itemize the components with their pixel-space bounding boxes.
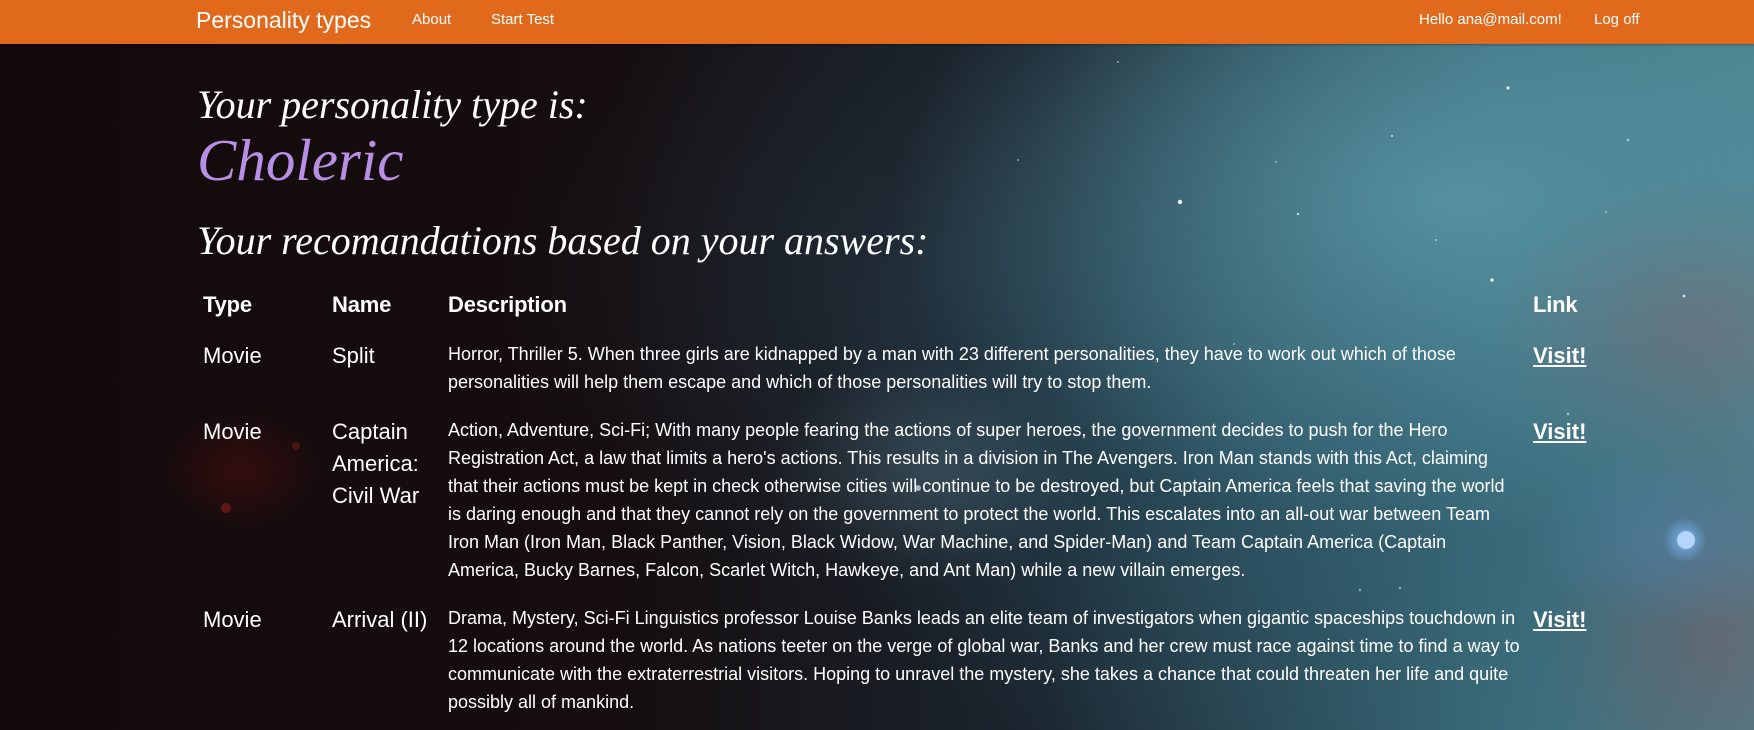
visit-link[interactable]: Visit! bbox=[1533, 343, 1586, 368]
table-header-row: Type Name Description Link bbox=[197, 280, 1597, 330]
navbar: Personality types About Start Test Hello… bbox=[0, 0, 1754, 44]
header-name: Name bbox=[332, 292, 392, 317]
header-type: Type bbox=[203, 292, 252, 317]
visit-link[interactable]: Visit! bbox=[1533, 419, 1586, 444]
table-row: Movie Arrival (II) Drama, Mystery, Sci-F… bbox=[197, 594, 1597, 726]
user-greeting-link[interactable]: Hello ana@mail.com! bbox=[1419, 11, 1562, 29]
personality-type-name: Choleric bbox=[197, 127, 404, 193]
row-description: Horror, Thriller 5. When three girls are… bbox=[448, 344, 1456, 392]
row-name: Arrival (II) bbox=[332, 607, 428, 632]
visit-link[interactable]: Visit! bbox=[1533, 607, 1586, 632]
row-type: Movie bbox=[203, 343, 262, 368]
personality-heading: Your personality type is: bbox=[197, 82, 588, 127]
recommendations-table: Type Name Description Link Movie Split H… bbox=[197, 280, 1597, 726]
log-off-link[interactable]: Log off bbox=[1594, 11, 1640, 29]
brand-link[interactable]: Personality types bbox=[196, 6, 371, 34]
recommendations-heading: Your recomandations based on your answer… bbox=[197, 218, 929, 263]
header-description: Description bbox=[448, 292, 567, 317]
nav-about-link[interactable]: About bbox=[412, 11, 451, 29]
row-type: Movie bbox=[203, 419, 262, 444]
table-row: Movie Split Horror, Thriller 5. When thr… bbox=[197, 330, 1597, 406]
row-name: Split bbox=[332, 343, 375, 368]
row-name: Captain America: Civil War bbox=[332, 419, 420, 508]
row-description: Action, Adventure, Sci-Fi; With many peo… bbox=[448, 420, 1505, 580]
row-description: Drama, Mystery, Sci-Fi Linguistics profe… bbox=[448, 608, 1520, 712]
table-row: Movie Captain America: Civil War Action,… bbox=[197, 406, 1597, 594]
row-type: Movie bbox=[203, 607, 262, 632]
nav-start-test-link[interactable]: Start Test bbox=[491, 11, 554, 29]
header-link: Link bbox=[1533, 292, 1578, 317]
